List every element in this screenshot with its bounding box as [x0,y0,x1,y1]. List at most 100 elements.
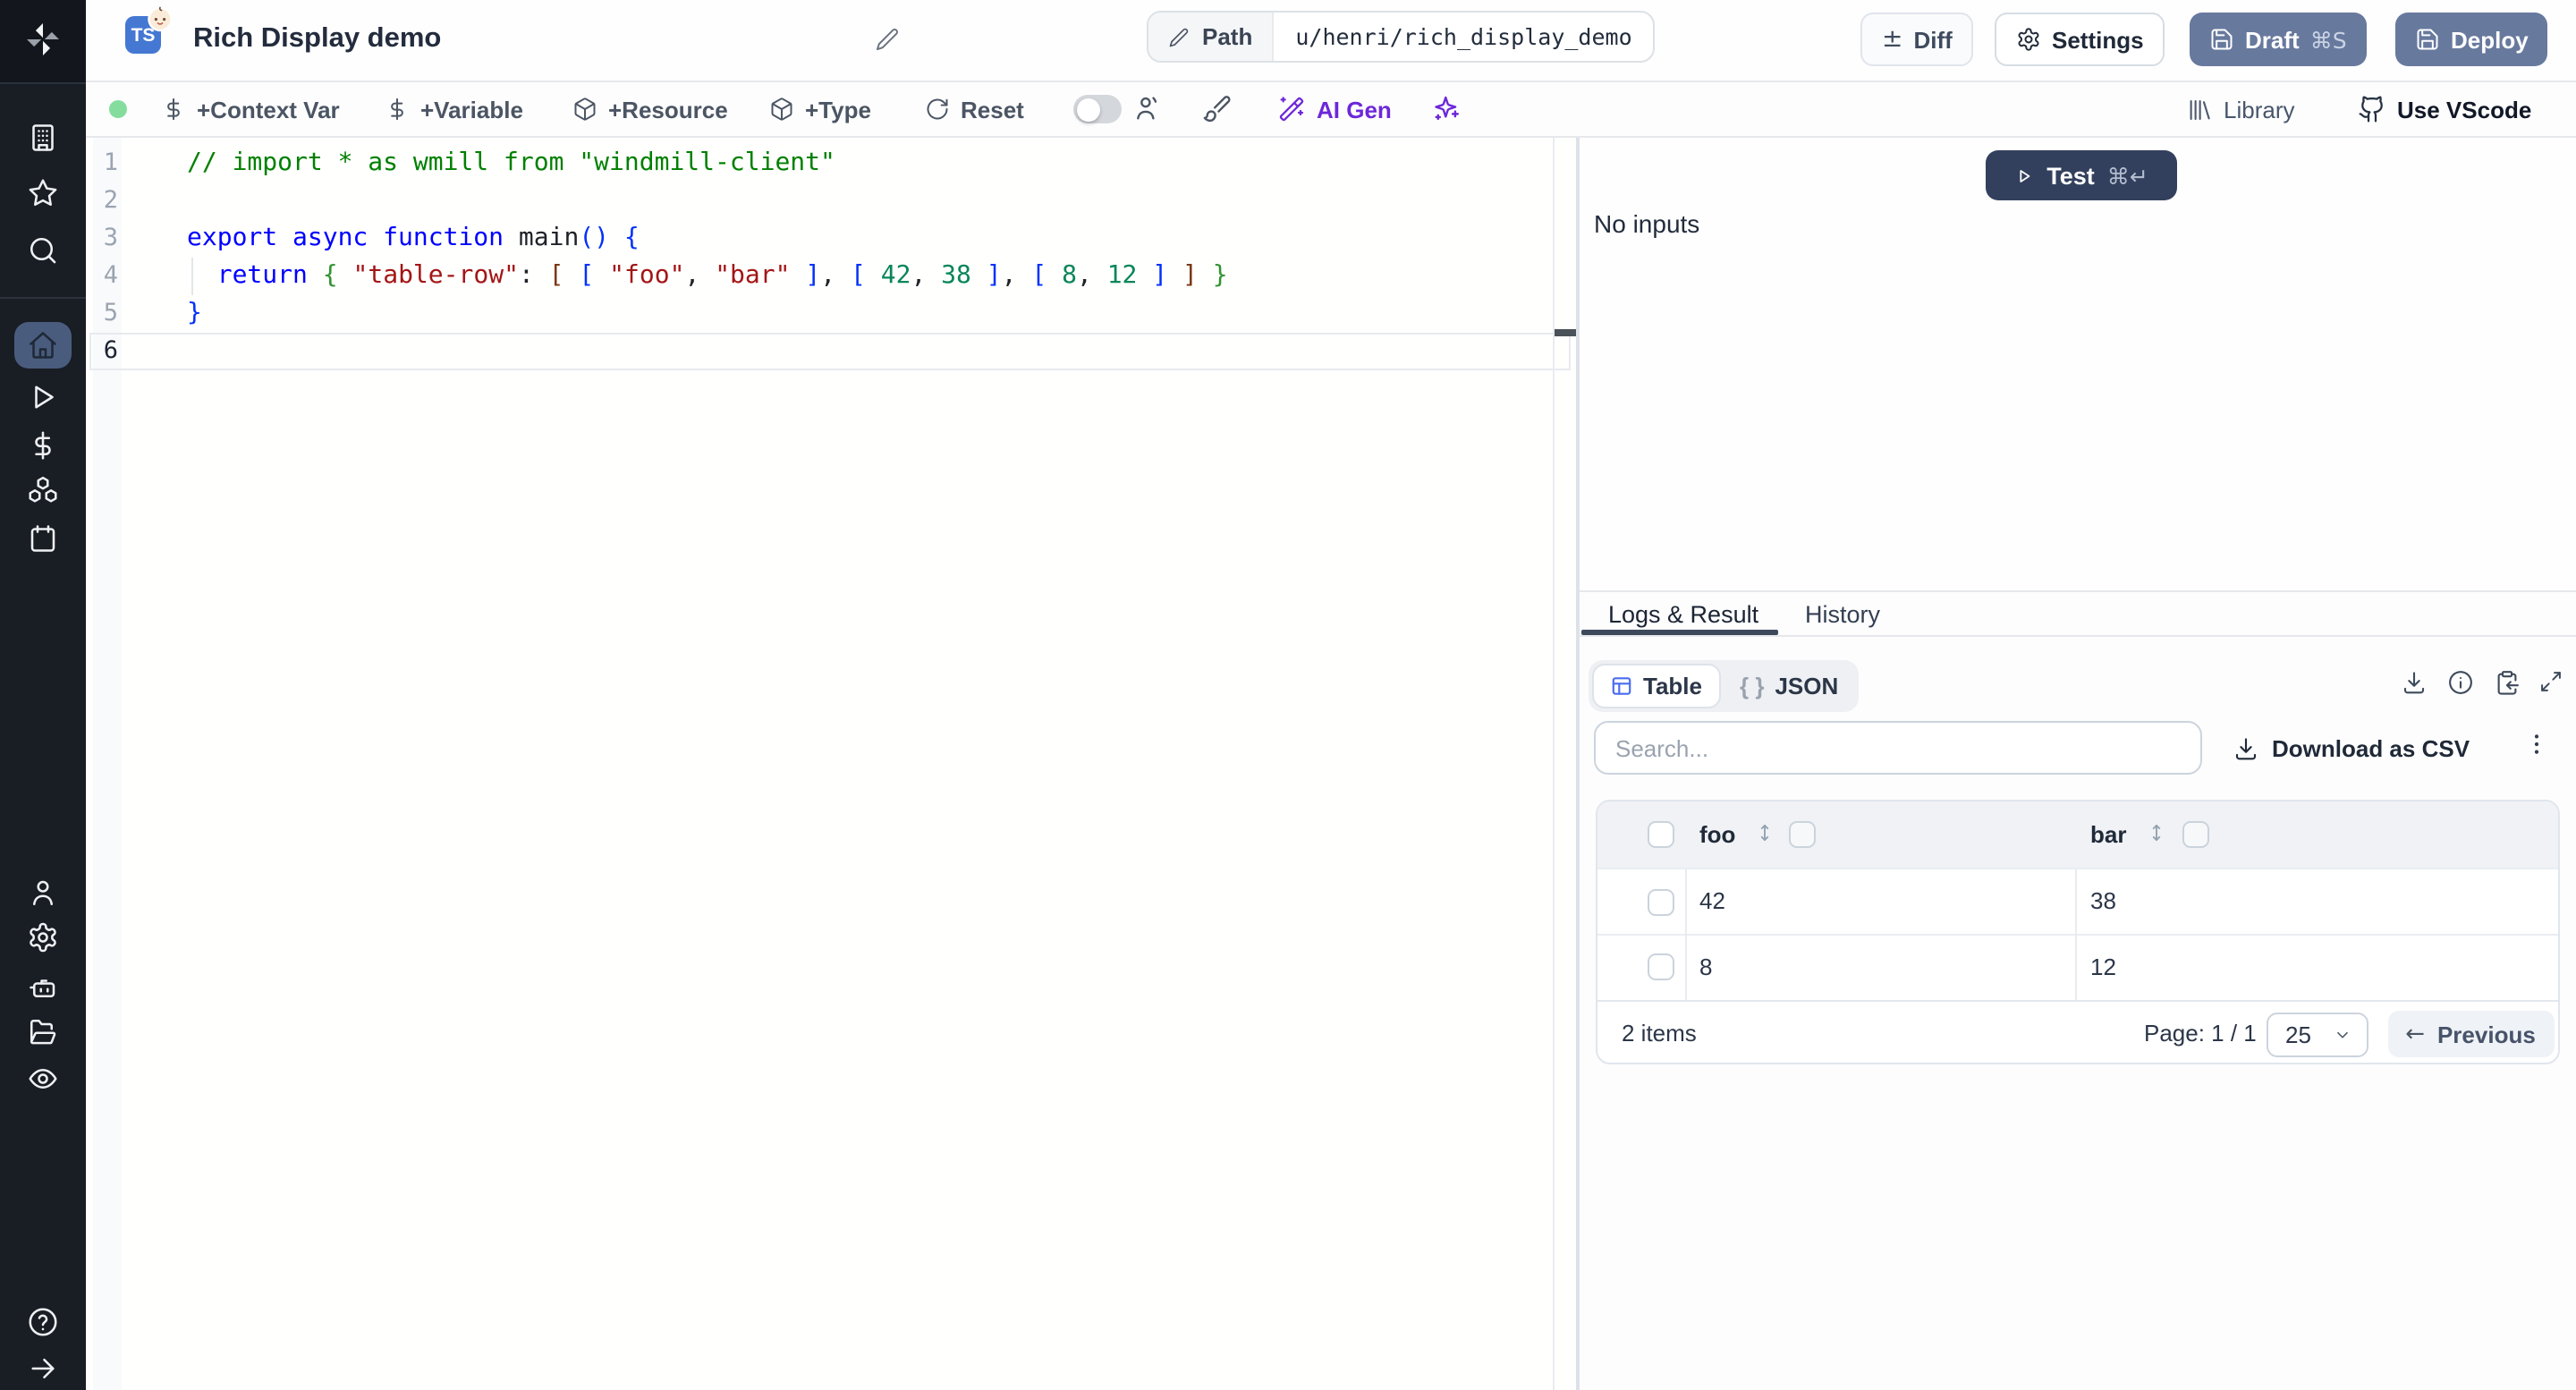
row-checkbox[interactable] [1647,888,1674,915]
sidebar-item-home[interactable] [14,322,72,369]
active-tab-underline [1580,629,1777,635]
sidebar-item-audit-logs[interactable] [27,1062,59,1094]
sidebar-item-resources[interactable] [27,474,59,506]
package-icon [771,97,792,121]
library-icon [2190,98,2210,120]
add-resource-label: +Resource [608,96,728,123]
add-variable-button[interactable]: +Variable [385,91,523,127]
sidebar-item-schedules[interactable] [27,522,59,555]
path-value[interactable]: u/henri/rich_display_demo [1274,13,1653,61]
use-vscode-button[interactable]: Use VScode [2358,91,2531,127]
no-inputs-text: No inputs [1594,209,1700,238]
right-panel-divider[interactable] [1579,590,2576,592]
robot-icon [30,979,55,997]
code-line[interactable]: return { "table-row": [ [ "foo", "bar" ]… [187,257,1228,294]
github-icon [2359,96,2383,123]
multiplayer-users-icon[interactable] [1132,93,1163,123]
table-icon [1611,677,1631,695]
deploy-button[interactable]: Deploy [2395,13,2548,66]
column-header-foo[interactable]: foo [1699,820,1735,847]
cell-bar: 38 [2090,887,2116,914]
sidebar-item-help[interactable] [27,1305,59,1337]
sparkles-icon[interactable] [1431,93,1462,123]
settings-button[interactable]: Settings [1995,13,2165,66]
path-field[interactable]: Path u/henri/rich_display_demo [1147,11,1656,63]
play-icon [35,385,54,408]
sidebar-item-runs[interactable] [27,380,59,412]
table-options-kebab-icon[interactable] [2522,730,2551,759]
draft-button[interactable]: Draft ⌘S [2190,13,2367,66]
path-label-section: Path [1148,13,1275,61]
format-brush-icon[interactable] [1202,93,1233,123]
previous-label: Previous [2436,1021,2536,1047]
home-icon [30,332,56,359]
row-checkbox[interactable] [1647,954,1674,981]
sidebar-item-workers[interactable] [27,970,59,1003]
column-bar-checkbox[interactable] [2182,821,2208,848]
user-icon [32,879,54,905]
code-line[interactable]: export async function main() { [187,219,1228,257]
download-csv-button[interactable]: Download as CSV [2233,726,2470,769]
dollar-icon [167,97,180,121]
sidebar-item-favorites[interactable] [27,177,59,209]
windmill-script-editor: TS Rich Display demo Path u/henri/rich_d… [0,0,2576,1390]
download-result-icon[interactable] [2401,669,2428,696]
column-foo-checkbox[interactable] [1788,821,1815,848]
toggle-knob [1076,97,1099,121]
code-line[interactable] [187,182,1228,219]
library-button[interactable]: Library [2186,91,2295,127]
download-csv-label: Download as CSV [2272,734,2470,761]
line-number: 5 [103,298,118,326]
code-line[interactable]: // import * as wmill from "windmill-clie… [187,144,1228,182]
sidebar-item-folders[interactable] [27,1015,59,1047]
add-resource-button[interactable]: +Resource [572,91,728,127]
view-mode-json[interactable]: { } JSON [1724,664,1854,708]
view-mode-table[interactable]: Table [1591,664,1720,708]
add-type-button[interactable]: +Type [769,91,871,127]
deploy-button-label: Deploy [2451,26,2529,53]
editor-code[interactable]: // import * as wmill from "windmill-clie… [187,144,1228,369]
select-all-checkbox[interactable] [1647,821,1674,848]
column-header-bar[interactable]: bar [2090,820,2126,847]
line-number: 3 [103,223,118,251]
result-search-input[interactable] [1594,721,2202,775]
code-line[interactable]: } [187,294,1228,332]
arrow-right-icon [31,1358,55,1379]
reset-button[interactable]: Reset [925,91,1024,127]
sidebar-item-workspace[interactable] [27,121,59,153]
line-number: 4 [103,260,118,289]
previous-page-button[interactable]: ← Previous [2387,1011,2554,1057]
ai-gen-button[interactable]: AI Gen [1277,91,1392,127]
plus-minus-icon: ± [1882,25,1903,54]
tab-logs-result[interactable]: Logs & Result [1608,601,1758,628]
editor-scrollbar-track[interactable] [1553,138,1555,1390]
library-label: Library [2224,96,2295,123]
multiplayer-toggle[interactable] [1073,95,1122,123]
table-row: 8 12 [1597,933,2557,1000]
sidebar-item-search[interactable] [27,234,59,267]
sort-icon[interactable] [2144,821,2167,844]
info-icon[interactable] [2447,669,2474,696]
save-icon [2417,29,2438,50]
sidebar-item-users[interactable] [27,876,59,908]
add-type-label: +Type [805,96,871,123]
code-line[interactable] [187,332,1228,369]
edit-summary-pencil-icon[interactable] [875,27,900,52]
draft-shortcut: ⌘S [2309,26,2347,53]
cell-bar: 12 [2090,953,2116,980]
windmill-logo-icon [27,23,59,55]
sidebar-item-variables[interactable] [27,428,59,461]
path-label: Path [1202,23,1253,50]
add-context-var-button[interactable]: +Context Var [161,91,340,127]
sort-icon[interactable] [1752,821,1775,844]
copy-result-icon[interactable] [2494,669,2521,696]
diff-button[interactable]: ± Diff [1860,13,1974,66]
page-size-select[interactable]: 25 [2266,1012,2368,1056]
sidebar-collapse-button[interactable] [27,1352,59,1385]
tab-history[interactable]: History [1805,601,1880,628]
test-button[interactable]: Test ⌘↵ [1986,150,2177,200]
column-divider [1684,868,1686,999]
sidebar-item-settings[interactable] [27,921,59,954]
expand-icon[interactable] [2538,669,2563,694]
workspace-logo-button[interactable] [0,0,86,84]
